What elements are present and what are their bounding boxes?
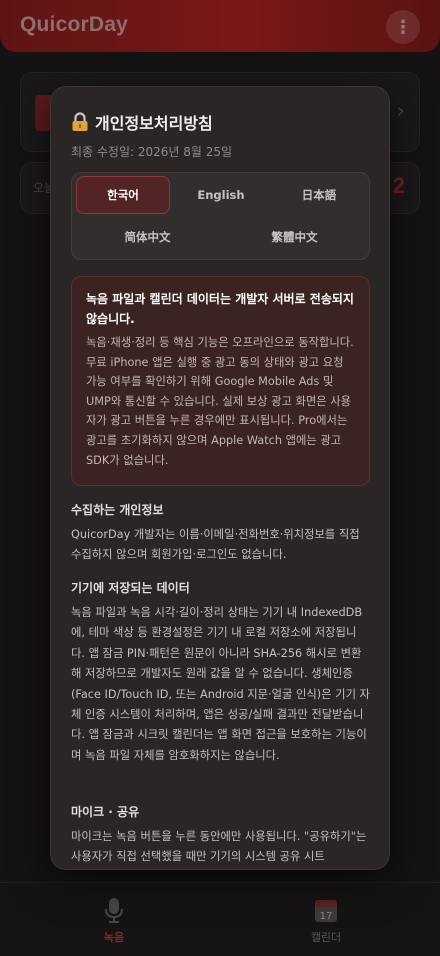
more-vertical-icon: ⋮ [394,16,412,38]
language-selector: 한국어 English 日本語 简体中文 繁體中文 [71,172,370,260]
calendar-icon: 17 [315,900,337,922]
section-title: 수집하는 개인정보 [71,503,164,517]
modal-title: 개인정보처리방침 [71,110,213,134]
language-button-zh-hans[interactable]: 简体中文 [76,218,219,256]
notice-title: 녹음 파일과 캘린더 데이터는 개발자 서버로 전송되지 않습니다. [86,292,354,326]
notice-box: 녹음 파일과 캘린더 데이터는 개발자 서버로 전송되지 않습니다. 녹음·재생… [71,276,370,486]
chevron-right-icon: › [396,99,405,124]
nav-label-calendar: 캘린더 [310,931,342,944]
section-title: 마이크 · 공유 [71,805,140,819]
lock-icon [72,112,88,131]
language-button-en[interactable]: English [174,176,268,214]
nav-label-record: 녹음 [103,931,125,944]
language-button-ja[interactable]: 日本語 [272,176,366,214]
last-updated: 최종 수정일: 2026년 8월 25일 [71,145,233,159]
app-title: QuicorDay [20,13,128,36]
nav-item-calendar[interactable]: 17 캘린더 [286,897,366,945]
modal-title-text: 개인정보처리방침 [95,114,213,133]
calendar-day: 17 [320,911,333,922]
section-device-data: 기기에 저장되는 데이터 녹음 파일과 녹음 시각·길이·정리 상태는 기기 내… [71,579,370,766]
more-menu-button[interactable]: ⋮ [386,10,420,44]
section-title: 기기에 저장되는 데이터 [71,581,190,595]
today-count: 2 [392,173,405,198]
notice-body: 녹음·재생·정리 등 핵심 기능은 오프라인으로 동작합니다. 무료 iPhon… [86,336,354,467]
section-body: 마이크는 녹음 버튼을 누른 동안에만 사용됩니다. "공유하기"는 사용자가 … [71,830,367,864]
section-mic-share: 마이크 · 공유 마이크는 녹음 버튼을 누른 동안에만 사용됩니다. "공유하… [71,803,370,868]
app-header: QuicorDay ⋮ [0,0,440,52]
section-body: QuicorDay 개발자는 이름·이메일·전화번호·위치정보를 직접 수집하지… [71,528,360,562]
section-body: 녹음 파일과 녹음 시각·길이·정리 상태는 기기 내 IndexedDB에, … [71,606,370,762]
section-collected-info: 수집하는 개인정보 QuicorDay 개발자는 이름·이메일·전화번호·위치정… [71,501,370,566]
language-button-ko[interactable]: 한국어 [76,176,170,214]
language-button-zh-hant[interactable]: 繁體中文 [223,218,366,256]
bottom-nav: 녹음 17 캘린더 [0,882,440,956]
nav-item-record[interactable]: 녹음 [74,897,154,945]
microphone-icon [105,898,123,923]
privacy-policy-modal[interactable]: 개인정보처리방침 최종 수정일: 2026년 8월 25일 한국어 Englis… [50,86,390,870]
